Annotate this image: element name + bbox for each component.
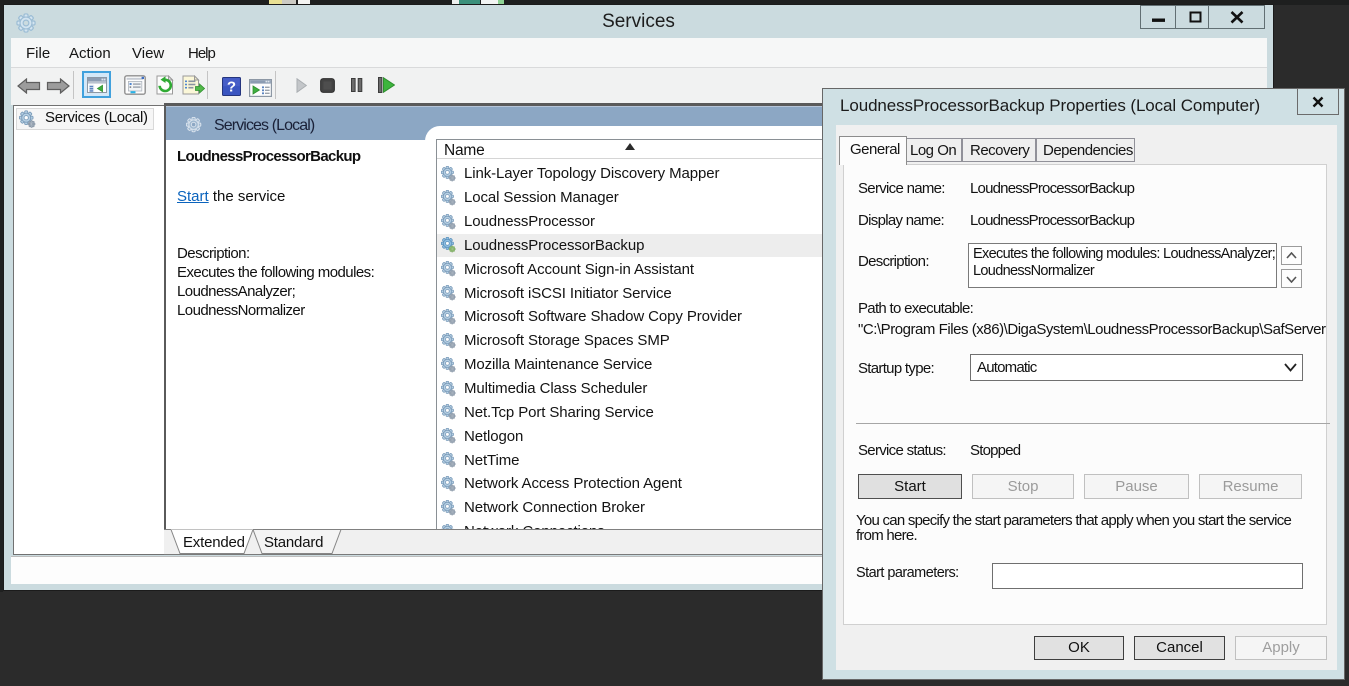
svg-text:Extended: Extended (183, 534, 245, 551)
svg-text:?: ? (227, 79, 236, 96)
svg-text:Standard: Standard (264, 534, 323, 551)
